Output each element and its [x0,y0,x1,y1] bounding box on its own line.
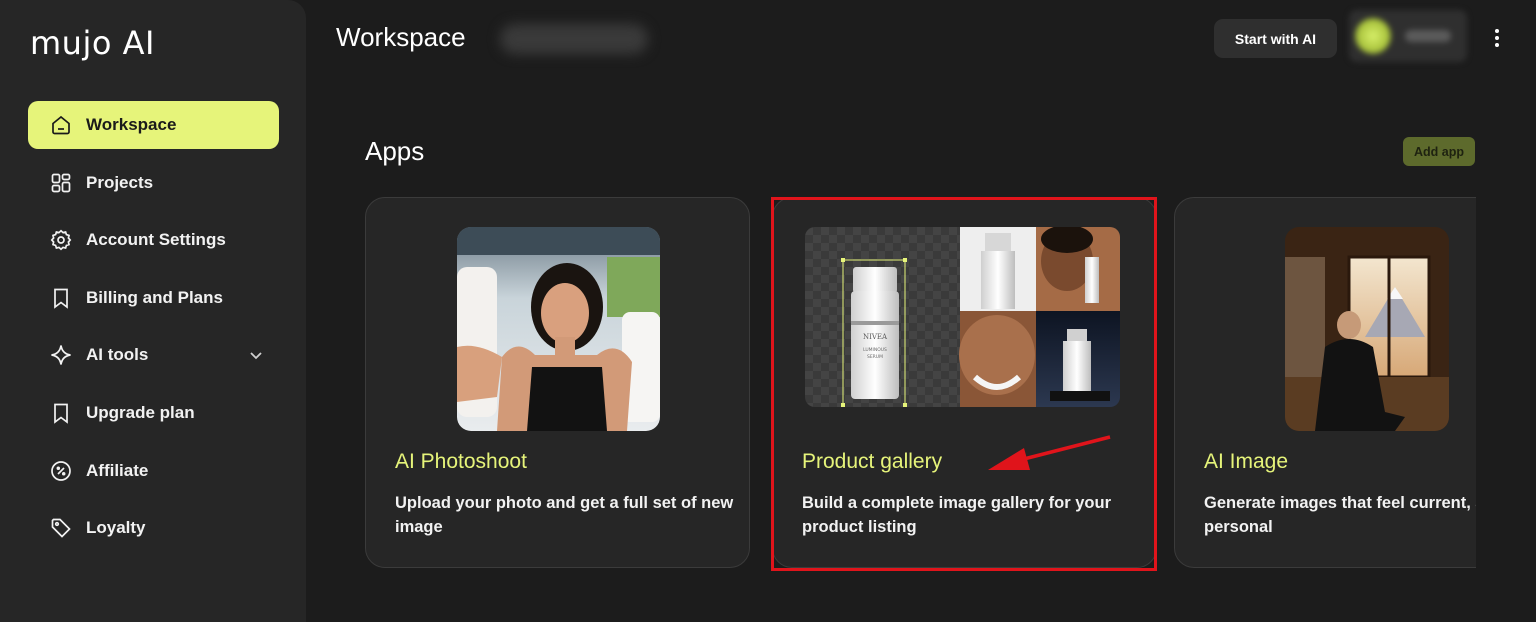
app-card-ai-photoshoot[interactable]: AI Photoshoot Upload your photo and get … [365,197,750,568]
app-card-title: AI Photoshoot [395,450,527,473]
sidebar-item-label: Affiliate [86,460,149,480]
chevron-down-icon[interactable] [247,346,265,364]
product-gallery-thumbnail: NIVEA LUMINOUS SERUM [805,227,1120,407]
sidebar-item-label: Account Settings [86,230,226,250]
ai-image-thumbnail [1285,227,1449,431]
workspace-name-redacted[interactable] [500,24,648,54]
sidebar-item-label: Workspace [86,115,177,134]
apps-carousel: AI Photoshoot Upload your photo and get … [360,190,1476,580]
app-card-ai-image[interactable]: AI Image Generate images that feel curre… [1174,197,1476,568]
app-card-title: Product gallery [802,450,943,473]
tag-icon [48,515,74,541]
ai-photoshoot-thumbnail [457,227,660,431]
add-app-button[interactable]: Add app [1403,137,1475,166]
sidebar-item-label: Upgrade plan [86,402,195,422]
apps-section-title: Apps [365,136,425,166]
sidebar-item-label: AI tools [86,345,149,365]
sidebar-item-label: Billing and Plans [86,287,223,307]
sidebar-item-ai-tools[interactable]: AI tools [28,331,279,379]
avatar [1355,18,1391,54]
sidebar-item-label: Loyalty [86,518,146,538]
bookmark-icon [48,400,74,426]
page-title: Workspace [336,22,466,52]
sidebar-item-workspace[interactable]: Workspace [28,101,279,149]
home-icon [48,112,74,138]
app-card-description: Upload your photo and get a full set of … [395,494,734,536]
start-with-ai-button[interactable]: Start with AI [1214,19,1337,58]
sidebar: mujo AI Workspace Projects Account Setti… [0,0,306,622]
bookmark-icon [48,285,74,311]
sidebar-item-affiliate[interactable]: Affiliate [28,447,279,495]
app-card-description: Build a complete image gallery for your … [802,494,1111,536]
sidebar-item-billing[interactable]: Billing and Plans [28,274,279,322]
bottle-brand-text: NIVEA [863,333,888,341]
bottle-line1-text: LUMINOUS [863,347,887,353]
app-card-description: Generate images that feel current, and p… [1204,494,1476,536]
sidebar-nav: Workspace Projects Account Settings Bill… [28,101,279,562]
app-logo[interactable]: mujo AI [30,24,155,62]
more-options-icon[interactable] [1487,26,1507,50]
bottle-line2-text: SERUM [867,354,883,360]
user-name-redacted [1405,30,1451,42]
sparkle-icon [48,342,74,368]
sidebar-item-upgrade-plan[interactable]: Upgrade plan [28,389,279,437]
discount-badge-icon [48,458,74,484]
gear-icon [48,227,74,253]
app-card-title: AI Image [1204,450,1289,473]
sidebar-item-loyalty[interactable]: Loyalty [28,504,279,552]
user-menu[interactable] [1349,10,1467,62]
red-arrow-annotation [988,435,1111,470]
sidebar-item-projects[interactable]: Projects [28,159,279,207]
sidebar-item-account-settings[interactable]: Account Settings [28,216,279,264]
sidebar-item-label: Projects [86,172,154,192]
app-card-product-gallery[interactable]: NIVEA LUMINOUS SERUM Product gallery Bui… [772,197,1157,568]
grid-icon [48,170,74,196]
